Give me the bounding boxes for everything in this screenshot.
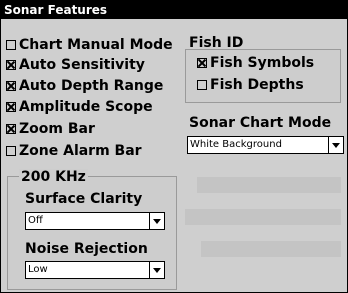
option-chart-manual-mode[interactable]: Chart Manual Mode bbox=[6, 37, 173, 53]
background-panel bbox=[197, 177, 341, 193]
checkbox-icon[interactable] bbox=[6, 40, 16, 50]
select-value: White Background bbox=[190, 139, 282, 150]
background-panel bbox=[185, 209, 341, 225]
option-label: Auto Sensitivity bbox=[19, 57, 145, 73]
chevron-down-icon[interactable] bbox=[149, 262, 164, 278]
option-fish-depths[interactable]: Fish Depths bbox=[197, 77, 304, 93]
option-label: Zone Alarm Bar bbox=[19, 143, 142, 159]
checkbox-icon[interactable] bbox=[197, 80, 207, 90]
sonar-chart-mode-select[interactable]: White Background bbox=[187, 136, 344, 154]
option-label: Fish Depths bbox=[210, 77, 304, 93]
option-auto-depth-range[interactable]: Auto Depth Range bbox=[6, 78, 163, 94]
option-label: Zoom Bar bbox=[19, 121, 95, 137]
chevron-down-icon[interactable] bbox=[149, 213, 164, 229]
checkbox-checked-icon[interactable] bbox=[6, 102, 16, 112]
option-zone-alarm-bar[interactable]: Zone Alarm Bar bbox=[6, 143, 142, 159]
checkbox-checked-icon[interactable] bbox=[197, 58, 207, 68]
surface-clarity-select[interactable]: Off bbox=[25, 212, 165, 230]
checkbox-checked-icon[interactable] bbox=[6, 124, 16, 134]
select-value: Low bbox=[28, 264, 48, 275]
surface-clarity-label: Surface Clarity bbox=[25, 191, 143, 207]
select-value: Off bbox=[28, 215, 43, 226]
option-zoom-bar[interactable]: Zoom Bar bbox=[6, 121, 95, 137]
option-amplitude-scope[interactable]: Amplitude Scope bbox=[6, 99, 153, 115]
checkbox-icon[interactable] bbox=[6, 146, 16, 156]
checkbox-checked-icon[interactable] bbox=[6, 81, 16, 91]
checkbox-checked-icon[interactable] bbox=[6, 60, 16, 70]
option-label: Auto Depth Range bbox=[19, 78, 164, 94]
noise-rejection-label: Noise Rejection bbox=[25, 241, 148, 257]
background-panel bbox=[201, 241, 341, 257]
sonar-chart-mode-label: Sonar Chart Mode bbox=[189, 115, 332, 131]
option-fish-symbols[interactable]: Fish Symbols bbox=[197, 55, 314, 71]
sonar-features-window: Sonar Features Chart Manual Mode Auto Se… bbox=[0, 0, 348, 293]
option-auto-sensitivity[interactable]: Auto Sensitivity bbox=[6, 57, 145, 73]
khz-200-heading: 200 KHz bbox=[19, 169, 88, 185]
option-label: Amplitude Scope bbox=[19, 99, 153, 115]
option-label: Fish Symbols bbox=[210, 55, 315, 71]
noise-rejection-select[interactable]: Low bbox=[25, 261, 165, 279]
window-title: Sonar Features bbox=[1, 1, 347, 19]
chevron-down-icon[interactable] bbox=[328, 137, 343, 153]
option-label: Chart Manual Mode bbox=[19, 37, 173, 53]
